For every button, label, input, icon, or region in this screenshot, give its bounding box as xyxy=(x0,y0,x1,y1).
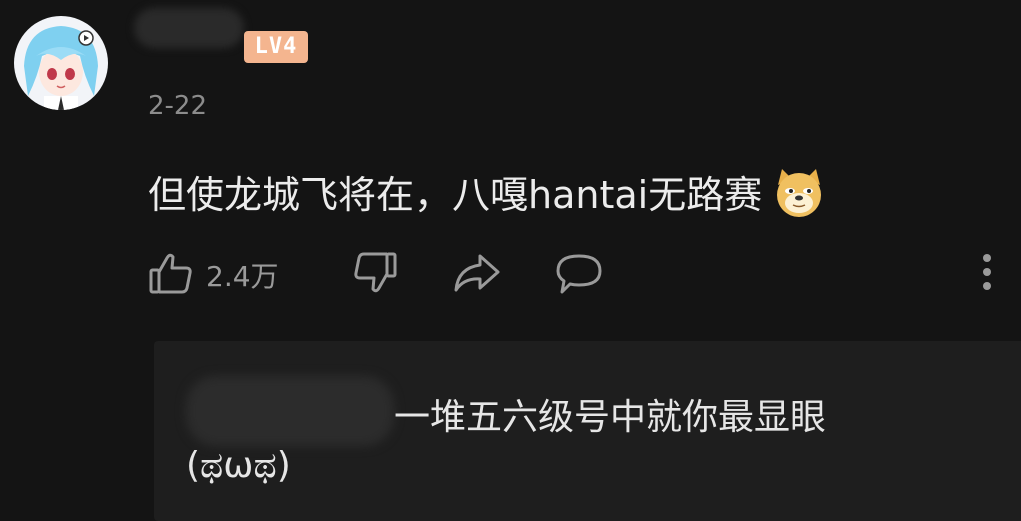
username-blurred[interactable] xyxy=(134,8,244,48)
more-vertical-icon xyxy=(976,254,998,300)
comment-icon xyxy=(554,252,604,302)
dislike-button[interactable] xyxy=(352,250,398,300)
share-button[interactable] xyxy=(452,250,502,300)
reply-button[interactable] xyxy=(554,252,604,302)
level-badge: LV4 xyxy=(244,31,308,63)
more-menu-button[interactable] xyxy=(976,252,998,296)
comment-body: 但使龙城飞将在，八嘎hantai无路赛 xyxy=(148,164,826,219)
reply-text-line2: (ಥωಥ) xyxy=(186,445,291,486)
comment-text: 但使龙城飞将在，八嘎hantai无路赛 xyxy=(148,173,763,217)
thumbs-up-icon xyxy=(148,250,194,300)
comment-date: 2-22 xyxy=(148,91,208,121)
share-icon xyxy=(452,250,502,300)
thumbs-down-icon xyxy=(352,250,398,300)
doge-emoji-icon xyxy=(772,165,826,219)
reply-text-line1: 一堆五六级号中就你最显眼 xyxy=(394,397,827,438)
avatar[interactable] xyxy=(14,16,108,110)
like-count: 2.4万 xyxy=(206,260,279,293)
comment-actions: 2.4万 xyxy=(0,248,1021,300)
like-button[interactable]: 2.4万 xyxy=(148,250,279,300)
reply-username-blurred[interactable] xyxy=(186,376,394,446)
